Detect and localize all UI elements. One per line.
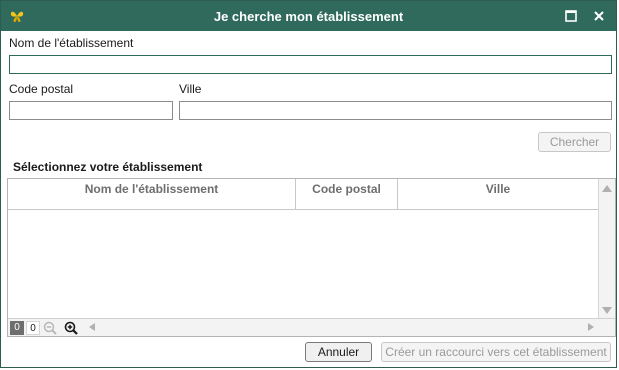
scroll-left-arrow-icon[interactable] — [89, 323, 95, 331]
maximize-button[interactable] — [563, 8, 579, 24]
vertical-scrollbar[interactable] — [598, 179, 615, 319]
scroll-up-arrow-icon[interactable] — [602, 185, 612, 192]
column-header-city[interactable]: Ville — [398, 179, 598, 209]
maximize-icon — [565, 10, 577, 22]
column-header-postal-code[interactable]: Code postal — [296, 179, 398, 209]
selected-count: 0 — [10, 321, 24, 335]
scroll-right-arrow-icon[interactable] — [588, 323, 594, 331]
column-header-name[interactable]: Nom de l'établissement — [8, 179, 296, 209]
scroll-down-arrow-icon[interactable] — [602, 307, 612, 314]
total-count: 0 — [26, 321, 40, 335]
name-label: Nom de l'établissement — [9, 36, 134, 50]
cancel-button[interactable]: Annuler — [305, 342, 372, 362]
title-bar: Je cherche mon établissement — [1, 1, 616, 31]
dialog-title: Je cherche mon établissement — [213, 9, 404, 24]
close-button[interactable] — [591, 8, 607, 24]
postal-code-input[interactable] — [9, 101, 173, 120]
search-establishment-dialog: Je cherche mon établissement Nom de l'ét… — [0, 0, 617, 368]
search-button[interactable]: Chercher — [538, 132, 611, 152]
zoom-out-button[interactable] — [42, 320, 58, 336]
table-footer: 0 0 — [8, 318, 615, 336]
close-icon — [594, 11, 604, 21]
zoom-in-button[interactable] — [63, 320, 79, 336]
establishment-name-input[interactable] — [9, 55, 612, 74]
table-header: Nom de l'établissement Code postal Ville — [8, 179, 598, 210]
city-label: Ville — [179, 82, 202, 96]
results-section-title: Sélectionnez votre établissement — [13, 160, 203, 174]
zoom-in-icon — [64, 321, 78, 335]
city-input[interactable] — [179, 101, 612, 120]
results-table: Nom de l'établissement Code postal Ville… — [7, 178, 616, 337]
create-shortcut-button[interactable]: Créer un raccourci vers cet établissemen… — [381, 342, 611, 362]
postal-code-label: Code postal — [9, 82, 74, 96]
zoom-out-icon — [43, 321, 57, 335]
